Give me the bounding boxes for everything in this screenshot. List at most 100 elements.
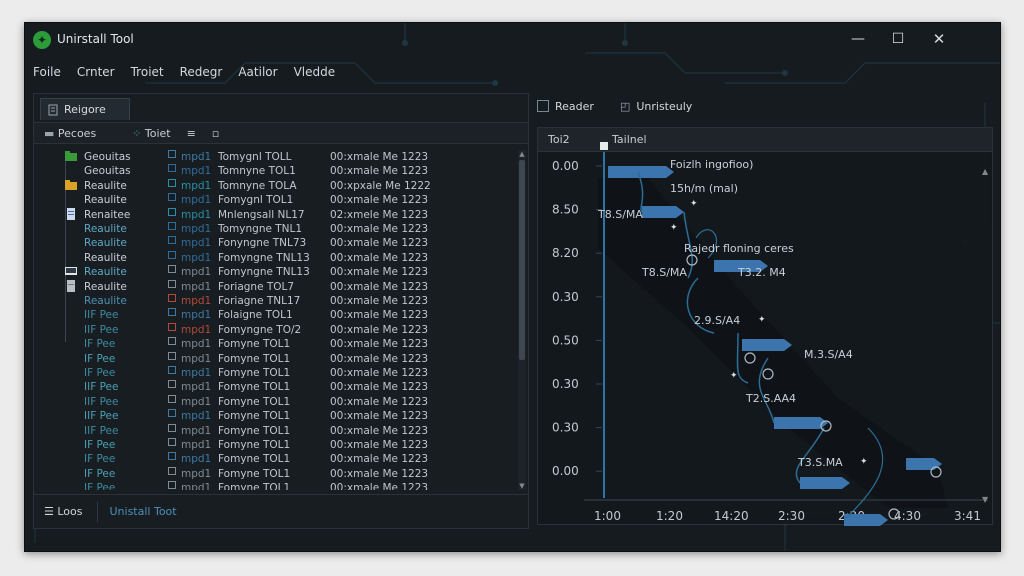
table-row[interactable]: IF Pee mpd1 Fomyne TOL1 00:xmale Me 1223: [34, 337, 514, 351]
table-row[interactable]: Reaulite mpd1 Foriagne TNL17 00:xmale Me 12…: [34, 294, 514, 308]
tab-label: Reigore: [64, 103, 106, 116]
menu-item-autorun[interactable]: Aatilor: [238, 65, 277, 85]
row-date: 00:xmale Me 1223: [330, 266, 429, 279]
close-button[interactable]: ✕: [923, 28, 955, 52]
minimize-button[interactable]: —: [843, 28, 873, 52]
row-name: IF Pee: [84, 367, 116, 379]
table-row[interactable]: IIF Pee mpd1 Fomyne TOL1 00:xmale Me 1223: [34, 394, 514, 409]
toilet-button[interactable]: ⁘ Toiet: [132, 127, 170, 140]
scroll-down-icon[interactable]: ▼: [518, 482, 526, 490]
table-row[interactable]: IF Pee mpd1 Fomyne TOL1 00:xmale Me 1223: [34, 438, 514, 452]
type-icon: [168, 409, 176, 418]
type-icon: [168, 250, 176, 259]
status-bar: ☰ Loos Unistall Toot: [34, 494, 528, 528]
row-program: mpd1: [181, 395, 212, 408]
row-name: Reaulite: [84, 295, 127, 307]
row-company: Fomyne TOL1: [218, 367, 291, 379]
row-program: mpd1: [181, 309, 212, 322]
type-icon: [168, 150, 176, 158]
row-company: Fomyne TOL1: [218, 395, 291, 408]
gray-document-icon: [65, 279, 77, 292]
menu-item-view[interactable]: Vledde: [294, 65, 336, 85]
row-date: 02:xmele Me 1223: [330, 208, 429, 221]
type-icon: [168, 380, 176, 389]
maximize-button[interactable]: ☐: [883, 28, 913, 52]
table-row[interactable]: Reaulitempd1CrrpstTomnyne TOLA00:xpxale …: [34, 178, 514, 193]
row-company: Tomygnl TOLL: [218, 151, 292, 163]
option-row: Reader ◰ Unristeuly: [537, 95, 692, 117]
list-scrollbar[interactable]: ▲ ▼: [518, 150, 526, 490]
timeline-panel: Reader ◰ Unristeuly Toi2 Tailnel 0.00 8.5…: [537, 93, 993, 529]
table-row[interactable]: Renaiteempd1CrrpstMnlengsall NL1702:xmel…: [34, 207, 514, 222]
timeline-bar: [844, 514, 880, 526]
row-name: IIF Pee: [84, 309, 119, 322]
x-tick-label: 1:00: [594, 509, 621, 523]
table-row[interactable]: IIF Pee mpd1 Fomyne TOL1 00:xmale Me 1223: [34, 380, 514, 394]
uninstall-icon[interactable]: ◰: [620, 100, 630, 113]
row-date: 00:xmale Me 1223: [330, 467, 429, 480]
row-program: mpd1: [181, 424, 212, 437]
scroll-up-icon[interactable]: ▲: [518, 150, 526, 158]
scroll-down-icon: ▼: [982, 495, 989, 504]
table-row[interactable]: IF Pee mpd1 Fomyne TOL1 00:xmale Me 1223: [34, 452, 514, 466]
table-row[interactable]: IIF Pee mpd1 Folaigne TOL1 00:xmale Me 1223: [34, 308, 514, 322]
reader-checkbox[interactable]: [537, 100, 549, 112]
table-row[interactable]: IF Pee mpd1 Fomyne TOL1 00:xmale Me 1223: [34, 466, 514, 481]
table-row[interactable]: IF Pee mpd1 Fomyne TOL1 00:xmale Me 1223: [34, 351, 514, 366]
row-name: Reaulite: [84, 223, 127, 235]
table-row[interactable]: IIF Pee mpd1 Fomyne TOL1 00:xmale Me 1223: [34, 409, 514, 423]
yellow-folder-icon: [65, 179, 77, 191]
table-row[interactable]: Reaulitempd1CrpstFomyngne TNL1300:xmale …: [34, 250, 514, 265]
uninstall-tool-link[interactable]: Unistall Toot: [110, 505, 177, 518]
timeline-bar: [906, 458, 934, 470]
row-name: IF Pee: [84, 338, 116, 351]
timeline-bar: [608, 166, 666, 178]
table-row[interactable]: Reaulitempd1CrpstForiagne TOL700:xmale M…: [34, 279, 514, 294]
logs-button[interactable]: ☰ Loos: [44, 505, 83, 518]
tab-registry[interactable]: Reigore: [40, 98, 130, 120]
logs-icon: ☰: [44, 505, 58, 518]
table-row[interactable]: Reaulitempd1CrpstFonyngne TNL7300:xmale …: [34, 236, 514, 250]
table-row[interactable]: Reaulitempd1CrpstFomyngne TNL1300:xmale …: [34, 265, 514, 279]
table-row[interactable]: Geouitasmpd1CrpstTomnyne TOL100:xmale Me…: [34, 164, 514, 178]
row-date: 00:xmale Me 1223: [330, 223, 429, 235]
table-row[interactable]: Reaulitempd1CrpstFomygnl TOL100:xmale Me…: [34, 193, 514, 207]
menu-item-registry[interactable]: Redegr: [180, 65, 223, 85]
menu-item-file[interactable]: Foile: [33, 65, 61, 85]
row-date: 00:xmale Me 1223: [330, 151, 429, 163]
cursor-handle: [600, 142, 608, 150]
table-row[interactable]: IF Pee mpd1 Fomyne TOL1 00:xmale Me 1223: [34, 481, 514, 490]
row-company: Mnlengsall NL17: [218, 208, 305, 221]
type-icon: [168, 322, 176, 331]
table-row[interactable]: IIF Pee mpd1 Fomyngne TO/2 00:xmale Me 1223: [34, 322, 514, 337]
blue-document-icon: [65, 207, 77, 220]
row-program: mpd1: [181, 280, 212, 293]
row-date: 00:xmale Me 1223: [330, 280, 429, 293]
list-view-icon[interactable]: ≡: [187, 127, 196, 140]
table-row[interactable]: IF Pee mpd1 Fomyne TOL1 00:xmale Me 1223: [34, 366, 514, 380]
row-date: 00:xmale Me 1223: [330, 439, 429, 451]
row-program: mpd1: [181, 295, 212, 307]
timeline-bar: [800, 477, 842, 489]
table-row[interactable]: Geouitasmpd1CrpstTomygnl TOLL00:xmale Me…: [34, 150, 514, 164]
table-row[interactable]: Reaulitempd1CrpstTomyngne TNL100:xmale M…: [34, 222, 514, 236]
type-icon: [168, 178, 176, 187]
chart-annotation: M.3.S/A4: [804, 348, 853, 361]
menu-item-tools[interactable]: Troiet: [131, 65, 164, 85]
pieces-label: Pecoes: [57, 126, 97, 140]
row-date: 00:xmale Me 1223: [330, 309, 429, 322]
type-icon: [168, 265, 176, 274]
type-icon: [168, 438, 176, 446]
type-icon: [168, 366, 176, 374]
y-tick-label: 0.00: [552, 464, 579, 478]
logs-label: Loos: [57, 505, 83, 518]
type-icon: [168, 423, 176, 432]
table-row[interactable]: IIF Pee mpd1 Fomyne TOL1 00:xmale Me 1223: [34, 423, 514, 438]
menu-item-center[interactable]: Crnter: [77, 65, 115, 85]
tile-view-icon[interactable]: ▫: [212, 127, 219, 140]
scroll-thumb[interactable]: [519, 160, 525, 360]
row-program: mpd1: [181, 367, 212, 379]
pieces-button[interactable]: ▬ Pecoes: [44, 127, 96, 140]
row-name: Reaulite: [84, 179, 127, 192]
row-company: Fomyngne TNL13: [218, 251, 310, 264]
